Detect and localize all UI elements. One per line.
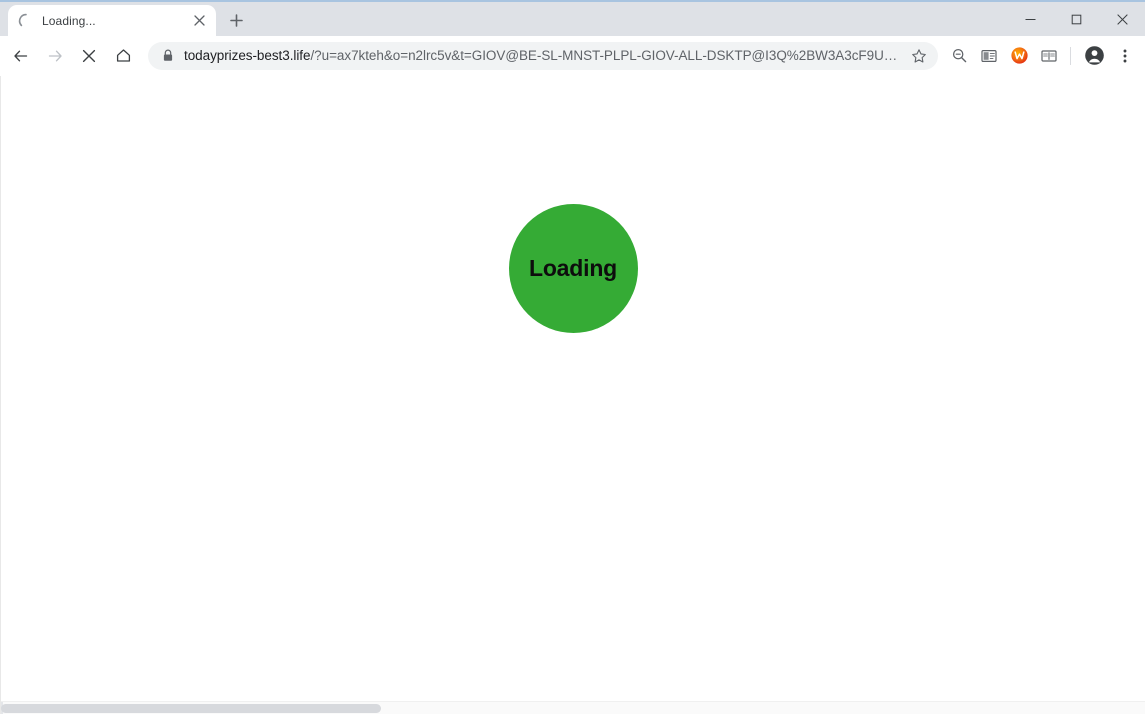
loading-badge: Loading: [508, 204, 638, 333]
address-bar[interactable]: todayprizes-best3.life/?u=ax7kteh&o=n2lr…: [148, 41, 938, 70]
tab-strip: Loading...: [0, 0, 1007, 36]
browser-tab[interactable]: Loading...: [8, 5, 216, 36]
maximize-button[interactable]: [1053, 2, 1099, 36]
card-reader-icon[interactable]: [975, 42, 1003, 70]
url-text: todayprizes-best3.life/?u=ax7kteh&o=n2lr…: [184, 48, 902, 63]
url-path: /?u=ax7kteh&o=n2lrc5v&t=GIOV@BE-SL-MNST-…: [310, 48, 902, 63]
tab-title: Loading...: [42, 13, 96, 28]
zoom-search-icon[interactable]: [945, 42, 973, 70]
page-viewport: Loading: [0, 76, 1145, 714]
close-window-button[interactable]: [1099, 2, 1145, 36]
w-badge-icon[interactable]: [1005, 42, 1033, 70]
browser-window: Loading... todayprizes-best3.life/?u=ax7…: [0, 0, 1145, 714]
book-reader-icon[interactable]: [1035, 42, 1063, 70]
back-button[interactable]: [6, 41, 36, 71]
chrome-menu-icon[interactable]: [1111, 41, 1139, 71]
toolbar-divider: [1070, 46, 1071, 65]
page-content: Loading: [1, 76, 1145, 714]
close-tab-icon[interactable]: [190, 12, 208, 30]
stop-loading-button[interactable]: [74, 41, 104, 71]
url-host: todayprizes-best3.life: [184, 48, 311, 63]
minimize-button[interactable]: [1007, 2, 1053, 36]
horizontal-scrollbar-thumb[interactable]: [1, 704, 381, 713]
profile-avatar[interactable]: [1079, 41, 1109, 71]
loading-spinner-icon: [18, 13, 34, 29]
browser-toolbar: todayprizes-best3.life/?u=ax7kteh&o=n2lr…: [0, 36, 1145, 76]
home-button[interactable]: [108, 41, 138, 71]
lock-icon: [160, 48, 176, 64]
bookmark-star-icon[interactable]: [906, 43, 932, 69]
loading-badge-label: Loading: [528, 255, 618, 281]
new-tab-button[interactable]: [222, 6, 250, 34]
title-bar: Loading...: [0, 0, 1145, 36]
forward-button[interactable]: [40, 41, 70, 71]
window-controls: [1007, 2, 1145, 36]
horizontal-scrollbar[interactable]: [1, 701, 1145, 714]
